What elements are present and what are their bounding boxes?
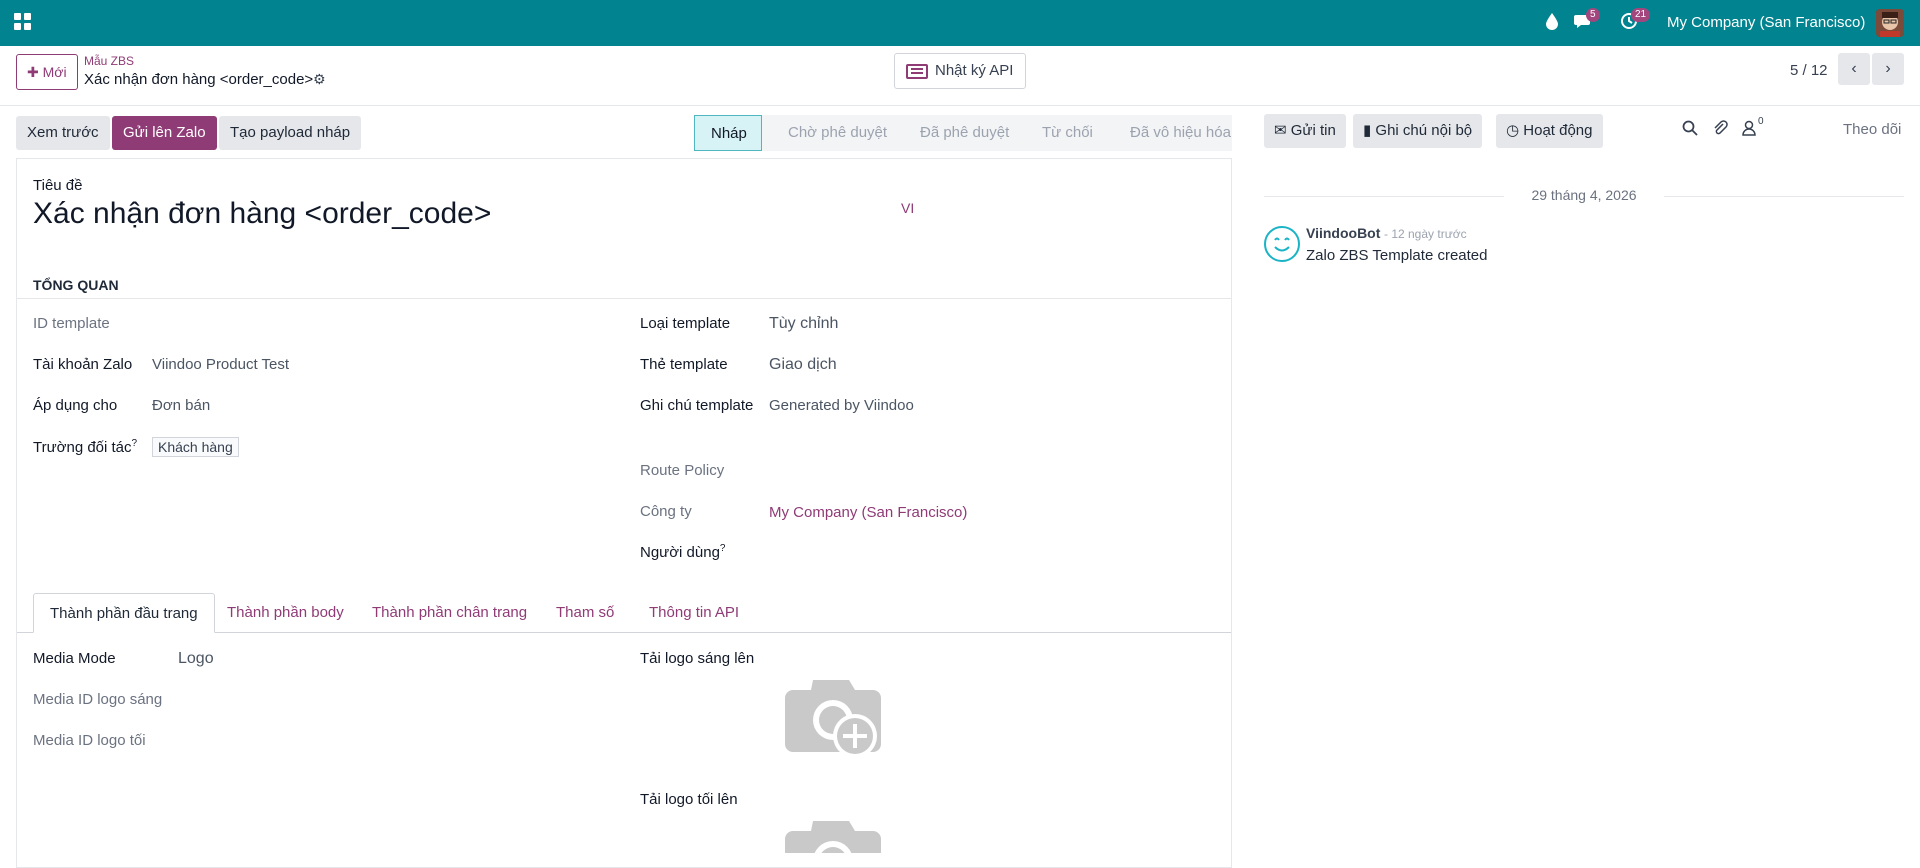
media-dark-label: Media ID logo tối <box>33 732 146 749</box>
pager-value[interactable]: 5 / 12 <box>1790 62 1828 79</box>
chat-icon[interactable]: 5 <box>1574 8 1600 32</box>
language-button[interactable]: VI <box>901 200 914 216</box>
stage-draft[interactable]: Nháp <box>694 115 762 151</box>
tab-params[interactable]: Tham số <box>540 593 630 633</box>
user-avatar[interactable] <box>1876 9 1904 37</box>
activity-button[interactable]: ◷ Hoạt động <box>1496 114 1603 148</box>
tab-footer-components[interactable]: Thành phần chân trang <box>356 593 543 633</box>
tab-header-components[interactable]: Thành phần đầu trang <box>33 593 215 633</box>
clock-icon: ◷ <box>1506 122 1524 139</box>
upload-light-label: Tải logo sáng lên <box>640 650 755 667</box>
breadcrumb-parent[interactable]: Mẫu ZBS <box>84 54 134 68</box>
partner-field-label: Trường đối tác? <box>33 438 138 456</box>
breadcrumb-current: Xác nhận đơn hàng <order_code> <box>84 71 314 88</box>
template-id-label: ID template <box>33 315 110 332</box>
title-label: Tiêu đề <box>33 177 83 194</box>
pager-next-button[interactable]: › <box>1872 53 1904 85</box>
zalo-account-field[interactable]: Viindoo Product Test <box>152 356 289 373</box>
stage-rejected[interactable]: Từ chối <box>1016 115 1104 151</box>
message-author[interactable]: ViindooBot <box>1306 225 1380 241</box>
company-field[interactable]: My Company (San Francisco) <box>769 504 967 521</box>
chevron-right-icon: › <box>1885 60 1891 77</box>
template-note-field[interactable]: Generated by Viindoo <box>769 397 914 414</box>
upload-dark-camera-icon[interactable] <box>783 813 883 853</box>
activity-count-badge: 21 <box>1631 8 1651 22</box>
followers-icon[interactable]: 0 <box>1742 116 1764 140</box>
message-body: Zalo ZBS Template created <box>1306 247 1488 264</box>
company-label: Công ty <box>640 503 692 520</box>
template-tag-field[interactable]: Giao dịch <box>769 356 837 374</box>
tab-body-components[interactable]: Thành phần body <box>211 593 360 633</box>
media-light-label: Media ID logo sáng <box>33 691 163 708</box>
stage-pending[interactable]: Chờ phê duyệt <box>762 115 894 151</box>
upload-dark-label: Tải logo tối lên <box>640 791 738 808</box>
notebook-tabs: Thành phần đầu trang Thành phần body Thà… <box>17 593 1231 633</box>
list-icon <box>906 64 928 79</box>
log-note-button[interactable]: ▮ Ghi chú nội bộ <box>1353 114 1483 148</box>
top-navbar: 5 21 My Company (San Francisco) <box>0 0 1920 46</box>
pager-prev-button[interactable]: ‹ <box>1838 53 1870 85</box>
bot-avatar <box>1264 226 1300 262</box>
apply-for-label: Áp dụng cho <box>33 397 118 414</box>
send-zalo-button[interactable]: Gửi lên Zalo <box>112 116 217 150</box>
api-log-button[interactable]: Nhật ký API <box>894 53 1027 89</box>
company-switcher[interactable]: My Company (San Francisco) <box>1667 14 1865 31</box>
media-mode-label: Media Mode <box>33 650 116 667</box>
drop-icon[interactable] <box>1542 12 1562 32</box>
control-panel: ✚ Mới Mẫu ZBS Xác nhận đơn hàng <order_c… <box>0 46 1920 106</box>
envelope-icon: ✉ <box>1274 122 1291 139</box>
form-sheet: Tiêu đề Xác nhận đơn hàng <order_code> V… <box>16 158 1232 868</box>
message-time: - 12 ngày trước <box>1384 227 1467 241</box>
follower-count: 0 <box>1758 116 1764 127</box>
tab-api-info[interactable]: Thông tin API <box>633 593 755 633</box>
apps-menu-icon[interactable] <box>14 13 32 31</box>
section-overview: TỔNG QUAN <box>33 277 119 293</box>
create-payload-button[interactable]: Tạo payload nháp <box>219 116 362 150</box>
search-icon[interactable] <box>1682 120 1698 140</box>
user-label: Người dùng? <box>640 543 726 561</box>
chevron-left-icon: ‹ <box>1851 60 1857 77</box>
send-message-button[interactable]: ✉ Gửi tin <box>1264 114 1346 148</box>
new-record-button[interactable]: ✚ Mới <box>16 54 78 90</box>
template-note-label: Ghi chú template <box>640 397 754 414</box>
chat-count-badge: 5 <box>1586 8 1600 22</box>
title-input[interactable]: Xác nhận đơn hàng <order_code> <box>33 197 491 231</box>
route-policy-label: Route Policy <box>640 462 725 479</box>
zalo-account-label: Tài khoản Zalo <box>33 356 133 373</box>
partner-field-tag[interactable]: Khách hàng <box>152 437 239 457</box>
preview-button[interactable]: Xem trước <box>16 116 110 150</box>
template-type-label: Loại template <box>640 315 731 332</box>
stage-approved[interactable]: Đã phê duyệt <box>894 115 1016 151</box>
activity-clock-icon[interactable]: 21 <box>1619 8 1651 32</box>
paperclip-icon[interactable] <box>1712 120 1728 140</box>
template-tag-label: Thẻ template <box>640 356 728 373</box>
gear-icon[interactable]: ⚙ <box>313 71 326 88</box>
stage-disabled[interactable]: Đã vô hiệu hóa <box>1104 115 1232 151</box>
note-icon: ▮ <box>1363 122 1376 139</box>
date-separator: 29 tháng 4, 2026 <box>1264 187 1904 203</box>
media-mode-field[interactable]: Logo <box>178 650 214 668</box>
upload-light-camera-icon[interactable] <box>783 672 883 760</box>
plus-icon: ✚ <box>27 64 43 80</box>
follow-button[interactable]: Theo dõi <box>1843 121 1901 138</box>
template-type-field[interactable]: Tùy chỉnh <box>769 315 838 333</box>
apply-for-field[interactable]: Đơn bán <box>152 397 210 414</box>
section-divider <box>17 298 1231 299</box>
